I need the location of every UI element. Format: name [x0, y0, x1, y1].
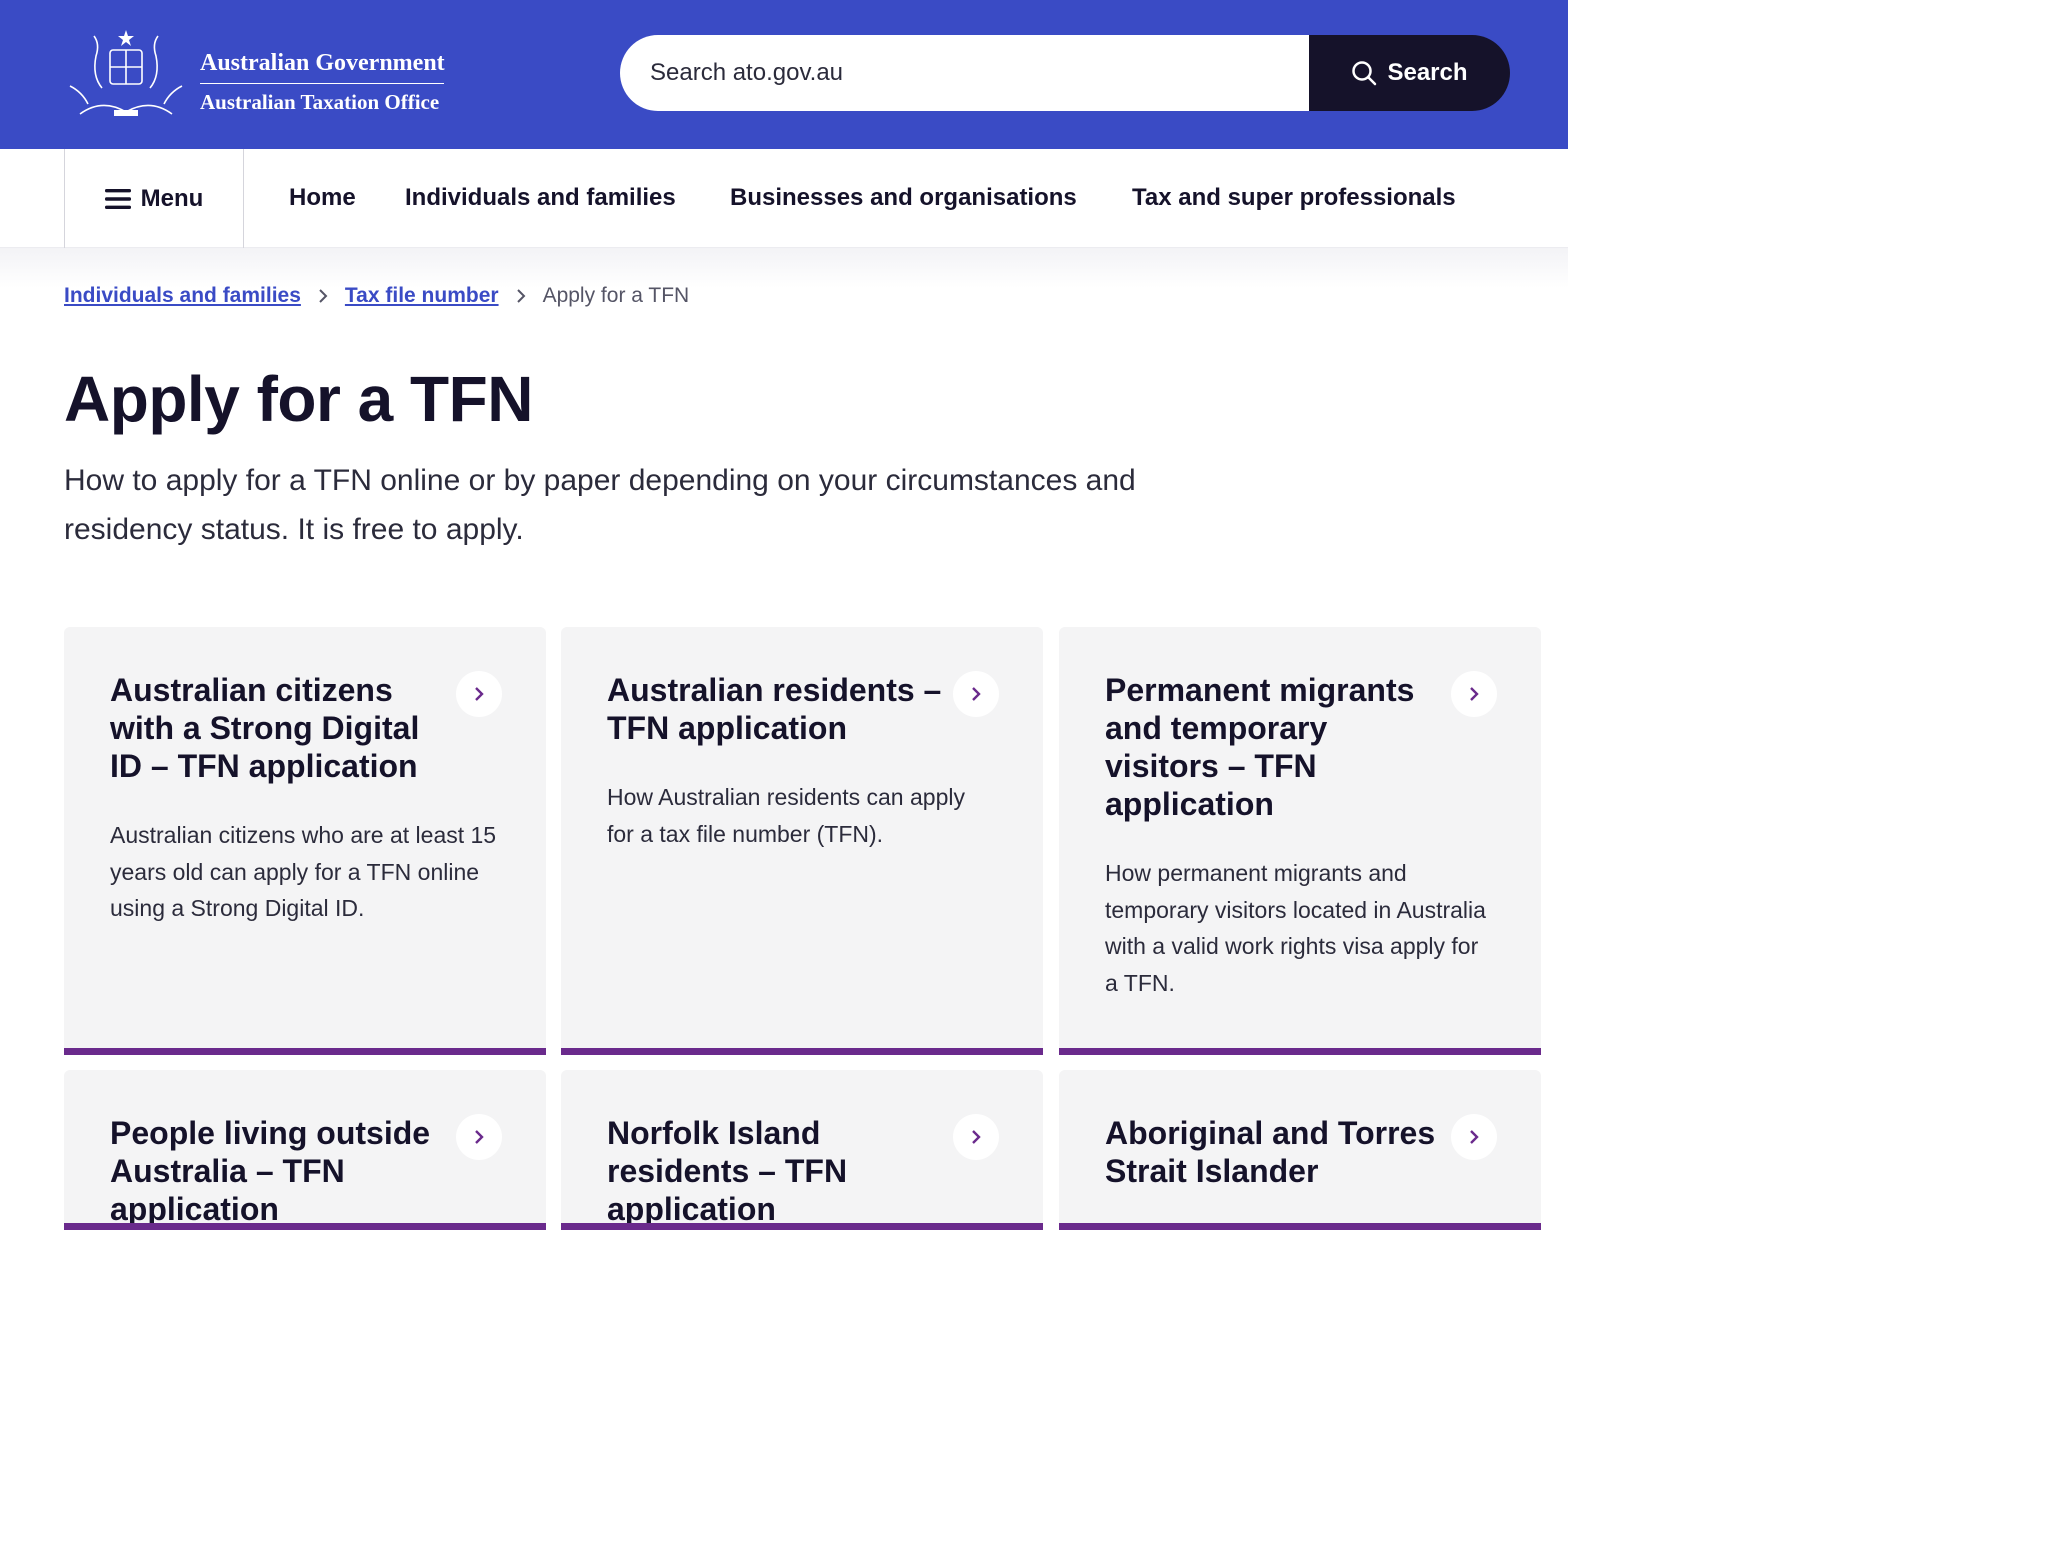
card-migrants-visitors[interactable]: Permanent migrants and temporary visitor… — [1059, 627, 1541, 1055]
card-title: Australian residents – TFN application — [607, 672, 942, 746]
chevron-right-icon — [953, 671, 999, 717]
nav-link-home[interactable]: Home — [289, 184, 356, 212]
card-living-outside-australia[interactable]: People living outside Australia – TFN ap… — [64, 1070, 546, 1230]
card-description: How Australian residents can apply for a… — [607, 784, 965, 847]
search-input[interactable] — [620, 35, 1340, 111]
card-title: Norfolk Island residents – TFN applicati… — [607, 1115, 848, 1227]
site-header: Australian Government Australian Taxatio… — [0, 0, 1568, 149]
search-form: Search — [620, 35, 1510, 111]
chevron-right-icon — [499, 288, 543, 304]
breadcrumb: Individuals and families Tax file number… — [64, 284, 689, 308]
card-description: Australian citizens who are at least 15 … — [110, 822, 497, 921]
search-button-label: Search — [1387, 59, 1468, 86]
ato-logo[interactable]: Australian Government Australian Taxatio… — [62, 26, 452, 122]
card-australian-residents[interactable]: Australian residents – TFN application H… — [561, 627, 1043, 1055]
chevron-right-icon — [1451, 1114, 1497, 1160]
card-title: People living outside Australia – TFN ap… — [110, 1115, 431, 1227]
hamburger-icon — [104, 188, 131, 209]
menu-button[interactable]: Menu — [64, 149, 244, 248]
breadcrumb-current: Apply for a TFN — [542, 284, 690, 307]
main-navigation: Menu Home Individuals and families Busin… — [0, 149, 1568, 248]
government-name: Australian Government — [200, 50, 445, 76]
search-button[interactable]: Search — [1309, 35, 1510, 111]
card-description: How permanent migrants and temporary vis… — [1105, 860, 1486, 996]
card-title: Permanent migrants and temporary visitor… — [1105, 672, 1415, 822]
chevron-right-icon — [953, 1114, 999, 1160]
card-aboriginal-torres-strait[interactable]: Aboriginal and Torres Strait Islander — [1059, 1070, 1541, 1230]
search-icon — [1352, 61, 1377, 86]
card-title: Aboriginal and Torres Strait Islander — [1105, 1115, 1436, 1189]
logo-divider — [200, 83, 444, 84]
page-intro: How to apply for a TFN online or by pape… — [64, 464, 1136, 546]
page-title: Apply for a TFN — [64, 363, 533, 435]
nav-link-individuals[interactable]: Individuals and families — [405, 184, 676, 212]
card-title: Australian citizens with a Strong Digita… — [110, 672, 420, 784]
nav-link-tax-professionals[interactable]: Tax and super professionals — [1132, 184, 1456, 212]
breadcrumb-individuals[interactable]: Individuals and families — [64, 284, 301, 308]
chevron-right-icon — [301, 288, 345, 304]
nav-shadow — [0, 248, 1568, 288]
chevron-right-icon — [456, 671, 502, 717]
nav-link-businesses[interactable]: Businesses and organisations — [730, 184, 1077, 212]
agency-name: Australian Taxation Office — [200, 90, 440, 114]
chevron-right-icon — [1451, 671, 1497, 717]
card-norfolk-island[interactable]: Norfolk Island residents – TFN applicati… — [561, 1070, 1043, 1230]
menu-label: Menu — [140, 184, 204, 212]
card-citizens-digital-id[interactable]: Australian citizens with a Strong Digita… — [64, 627, 546, 1055]
breadcrumb-tax-file-number[interactable]: Tax file number — [345, 284, 499, 308]
coat-of-arms-icon — [69, 30, 183, 116]
chevron-right-icon — [456, 1114, 502, 1160]
